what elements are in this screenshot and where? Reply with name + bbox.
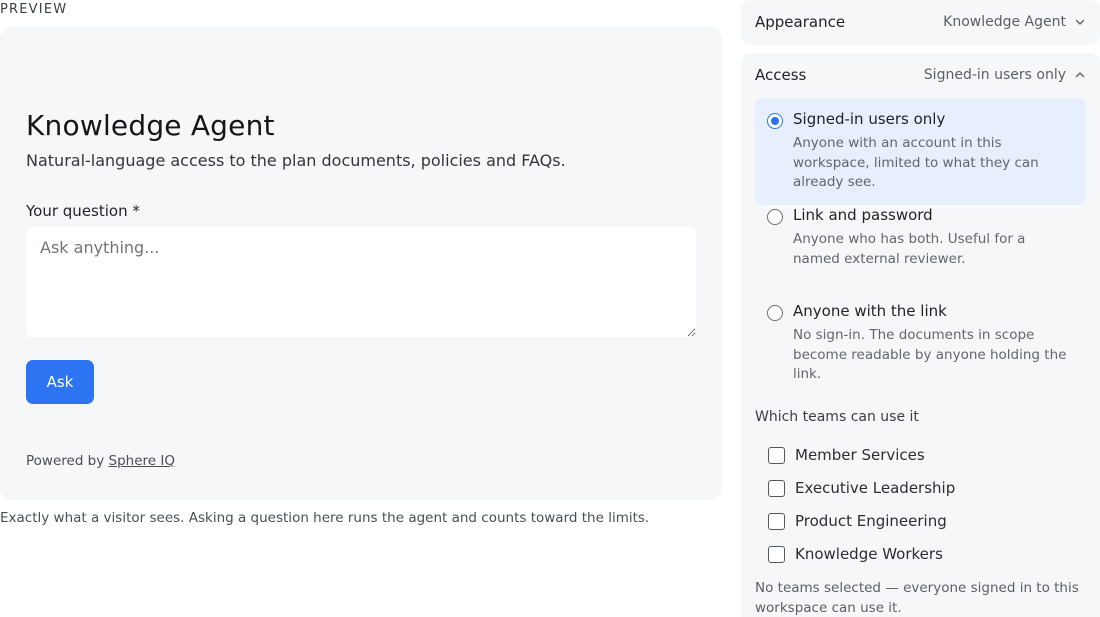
access-title: Access <box>755 66 807 84</box>
preview-caption: Exactly what a visitor sees. Asking a qu… <box>0 510 650 526</box>
team-label: Product Engineering <box>795 512 947 530</box>
option-title: Link and password <box>793 206 933 224</box>
access-value-group: Signed-in users only <box>924 67 1086 83</box>
access-option-anyone-link[interactable]: Anyone with the link No sign-in. The doc… <box>755 290 1086 397</box>
preview-label: PREVIEW <box>0 2 68 17</box>
preview-card: Knowledge Agent Natural-language access … <box>0 27 722 500</box>
team-product-engineering[interactable]: Product Engineering <box>768 512 947 530</box>
access-value: Signed-in users only <box>923 67 1066 83</box>
chevron-down-icon <box>1075 19 1085 25</box>
checkbox[interactable] <box>768 479 785 497</box>
radio-unselected-icon[interactable] <box>767 209 783 225</box>
team-member-services[interactable]: Member Services <box>768 446 925 464</box>
team-label: Executive Leadership <box>795 479 956 497</box>
question-input[interactable] <box>26 227 696 337</box>
agent-title: Knowledge Agent <box>26 109 275 142</box>
team-label: Knowledge Workers <box>795 545 943 563</box>
checkbox[interactable] <box>768 545 785 563</box>
chevron-up-icon <box>1075 72 1085 78</box>
appearance-value: Knowledge Agent <box>943 14 1066 30</box>
radio-selected-icon[interactable] <box>767 113 783 129</box>
team-label: Member Services <box>795 446 925 464</box>
powered-by: Powered by Sphere IQ <box>26 453 175 469</box>
option-description: Anyone who has both. Useful for a named … <box>793 231 1026 267</box>
option-title: Signed-in users only <box>793 110 946 128</box>
option-description: Anyone with an account in this workspace… <box>793 135 1039 190</box>
access-option-signed-in[interactable]: Signed-in users only Anyone with an acco… <box>755 98 1086 205</box>
team-executive-leadership[interactable]: Executive Leadership <box>768 479 955 497</box>
appearance-value-group: Knowledge Agent <box>943 14 1086 30</box>
checkbox[interactable] <box>768 512 785 530</box>
access-option-link-password[interactable]: Link and password Anyone who has both. U… <box>755 194 1086 281</box>
teams-label: Which teams can use it <box>755 409 919 425</box>
agent-description: Natural-language access to the plan docu… <box>26 151 566 170</box>
radio-unselected-icon[interactable] <box>767 305 783 321</box>
powered-by-prefix: Powered by <box>26 453 109 469</box>
appearance-panel: Appearance Knowledge Agent <box>741 0 1100 45</box>
teams-note: No teams selected — everyone signed in t… <box>755 580 1079 616</box>
powered-by-link[interactable]: Sphere IQ <box>109 453 175 469</box>
access-panel: Access Signed-in users only Signed-in us… <box>741 53 1100 617</box>
option-title: Anyone with the link <box>793 302 947 320</box>
appearance-title: Appearance <box>755 13 846 31</box>
question-label: Your question * <box>26 202 140 220</box>
access-header[interactable]: Access Signed-in users only <box>755 53 1086 97</box>
checkbox[interactable] <box>768 446 785 464</box>
appearance-header[interactable]: Appearance Knowledge Agent <box>755 0 1086 44</box>
option-description: No sign-in. The documents in scope becom… <box>793 327 1067 382</box>
team-knowledge-workers[interactable]: Knowledge Workers <box>768 545 943 563</box>
ask-button[interactable]: Ask <box>26 360 94 404</box>
